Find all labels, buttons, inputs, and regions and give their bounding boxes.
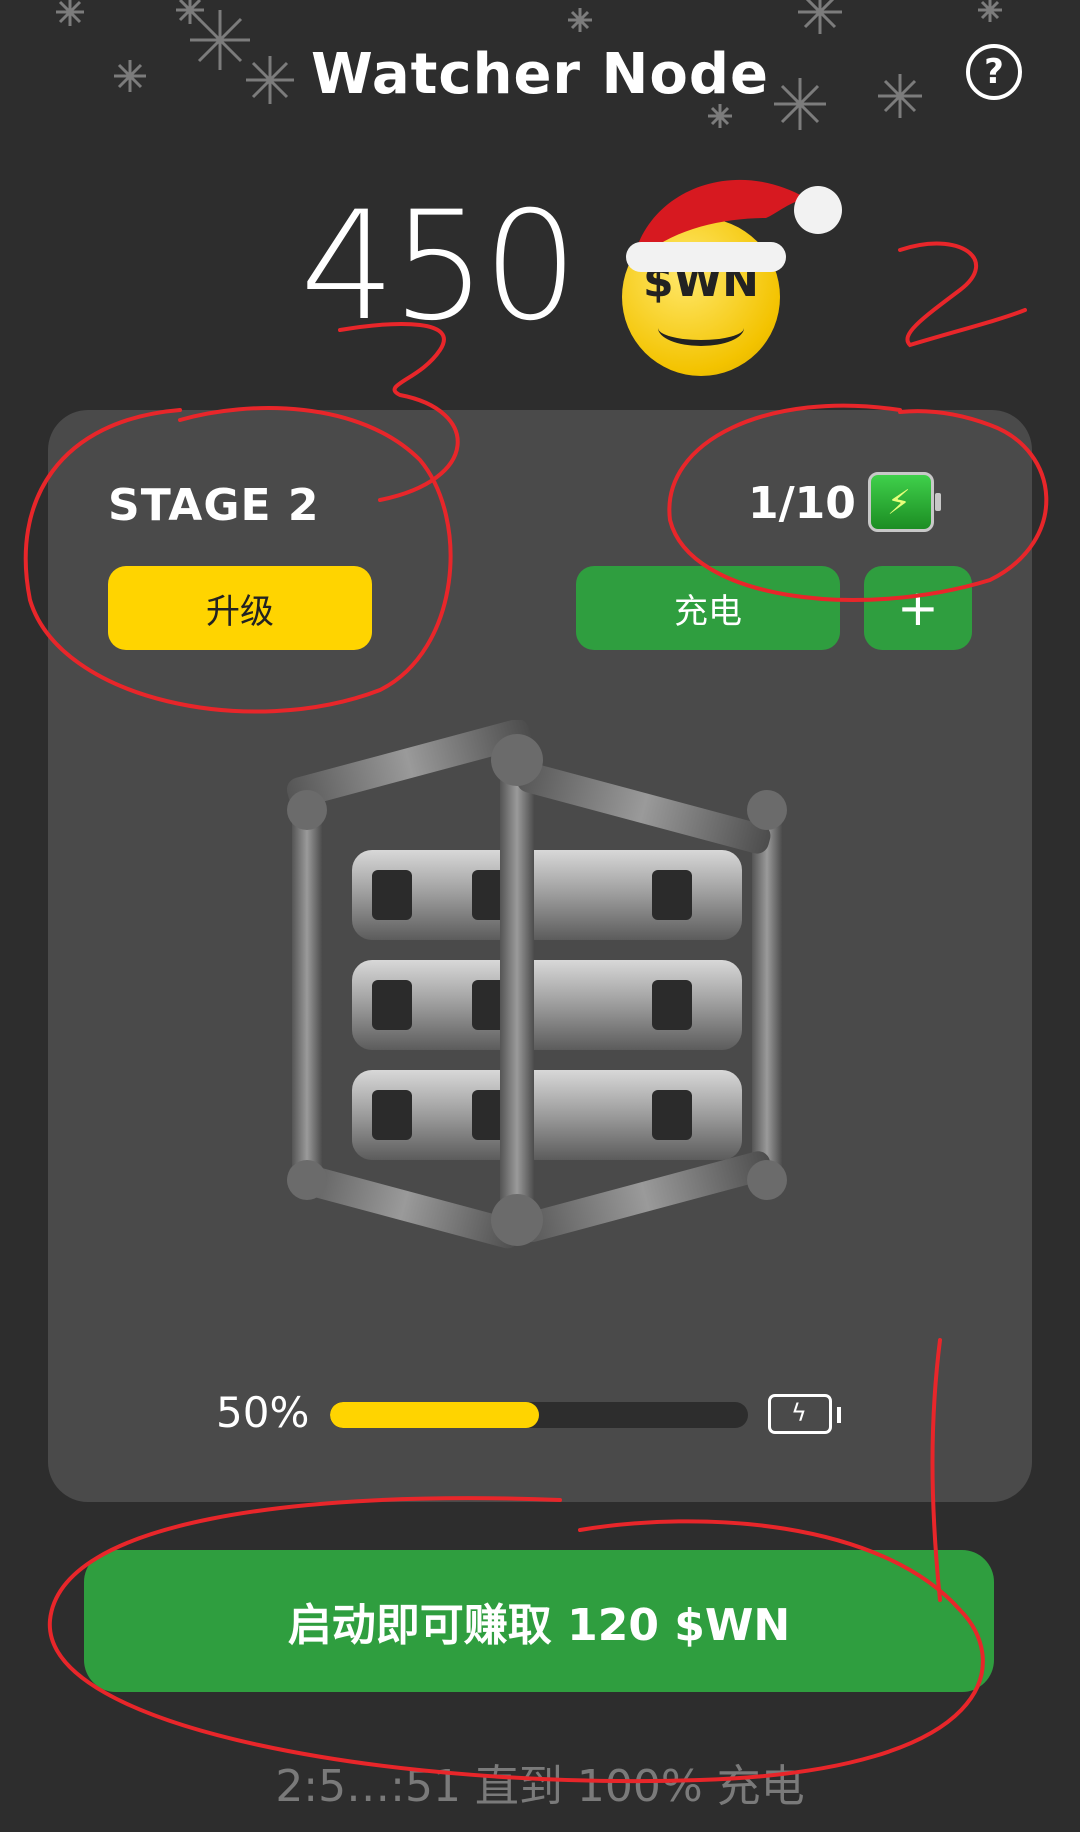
annotation-digit-2	[898, 241, 1027, 348]
upgrade-button[interactable]: 升级	[108, 566, 372, 650]
santa-hat-icon	[626, 179, 842, 272]
start-earning-button[interactable]: 启动即可赚取 120 $WN	[84, 1550, 994, 1692]
charge-timer: 2:5…:51 直到 100% 充电	[275, 1761, 805, 1812]
node-card: STAGE 2 1/10 ⚡ 升级 充电 + 50% ϟ	[48, 410, 1032, 1502]
page-title: Watcher Node	[311, 42, 769, 107]
add-charge-button[interactable]: +	[864, 566, 972, 650]
charge-button[interactable]: 充电	[576, 566, 840, 650]
charge-progress-fill	[330, 1402, 539, 1428]
charge-count: 1/10	[748, 478, 856, 529]
battery-charging-icon: ⚡	[868, 472, 941, 532]
charge-percent: 50%	[216, 1388, 310, 1437]
charge-progress-bar	[330, 1402, 748, 1428]
app-header: Watcher Node	[0, 30, 1080, 120]
battery-bolt-icon: ϟ	[768, 1394, 841, 1434]
miner-rig-image	[286, 720, 787, 1249]
stage-label: STAGE 2	[108, 480, 320, 531]
token-smile	[658, 310, 744, 346]
help-icon[interactable]: ?	[966, 44, 1022, 100]
token-balance: 450	[300, 180, 578, 354]
